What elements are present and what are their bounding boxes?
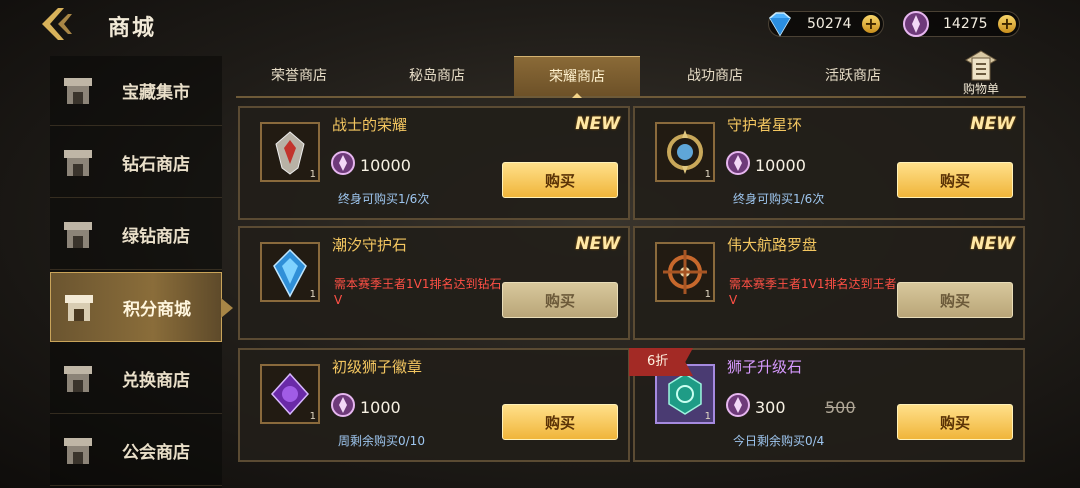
tab-activity-shop[interactable]: 活跃商店 [790,56,916,96]
shopping-list-label: 购物单 [962,82,999,96]
sidebar-item-points-mall[interactable]: 积分商城 [50,272,233,342]
tab-honor-shop[interactable]: 荣誉商店 [236,56,362,96]
item-name: 狮子升级石 [727,358,803,376]
buy-button[interactable]: 购买 [502,282,618,318]
active-indicator [221,298,233,318]
sidebar-item-diamond-shop[interactable]: 钻石商店 [50,128,222,198]
new-badge: NEW [575,234,620,254]
rank-requirement: 需本赛季王者1V1排名达到钻石V [334,277,502,307]
sidebar-item-label: 宝藏集市 [122,83,190,103]
shop-sidebar: 宝藏集市 钻石商店 绿钻商店 积分商城 兑换商店 公会商店 [50,56,233,488]
item-thumbnail[interactable]: 1 [655,122,715,182]
item-price: 300 [755,398,786,417]
honor-points-icon [726,393,750,417]
item-name: 伟大航路罗盘 [727,236,818,254]
new-badge: NEW [575,114,620,134]
shop-stall-icon [64,78,92,104]
diamond-balance: 50274 + [768,11,884,37]
sidebar-item-label: 积分商城 [123,300,191,320]
honor-points-icon [331,151,355,175]
item-thumbnail[interactable]: 1 [260,364,320,424]
shopping-list-button[interactable]: 购物单 [956,50,1006,100]
item-name: 初级狮子徽章 [332,358,423,376]
purchase-limit: 今日剩余购买0/4 [733,434,825,448]
diamond-icon [769,12,791,37]
sidebar-item-label: 绿钻商店 [122,227,190,247]
item-name: 守护者星环 [727,116,803,134]
honor-points-icon [903,11,929,37]
honor-points-icon [726,151,750,175]
item-thumbnail[interactable]: 1 [260,242,320,302]
item-quantity: 1 [309,289,316,300]
add-diamond-button[interactable]: + [862,15,880,33]
item-quantity: 1 [309,169,316,180]
sidebar-item-label: 公会商店 [122,443,190,463]
new-badge: NEW [970,114,1015,134]
product-card: 1 6折 狮子升级石 300 500 今日剩余购买0/4 购买 [629,348,1025,462]
product-card: 1 伟大航路罗盘 NEW 需本赛季王者1V1排名达到王者V 购买 [633,226,1025,340]
product-card: 1 战士的荣耀 NEW 10000 终身可购买1/6次 购买 [238,106,630,220]
item-thumbnail[interactable]: 1 [655,242,715,302]
item-name: 战士的荣耀 [332,116,408,134]
shop-stall-icon [64,366,92,392]
item-price: 10000 [360,156,411,175]
item-quantity: 1 [704,169,711,180]
points-balance: 14275 + [903,11,1020,37]
purchase-limit: 终身可购买1/6次 [338,192,430,206]
tab-secret-island-shop[interactable]: 秘岛商店 [374,56,500,96]
sidebar-item-guild-shop[interactable]: 公会商店 [50,416,222,486]
add-points-button[interactable]: + [998,15,1016,33]
buy-button[interactable]: 购买 [897,162,1013,198]
item-quantity: 1 [704,289,711,300]
shopping-list-icon [965,50,997,81]
top-bar: 商城 50274 + 14275 + [0,0,1080,48]
sidebar-item-label: 兑换商店 [122,371,190,391]
item-price: 10000 [755,156,806,175]
page-title: 商城 [108,16,157,41]
shop-stall-icon [64,222,92,248]
sidebar-item-green-diamond-shop[interactable]: 绿钻商店 [50,200,222,270]
back-arrow-icon[interactable] [36,6,76,42]
buy-button[interactable]: 购买 [502,404,618,440]
diamond-amount: 50274 [807,16,852,32]
new-badge: NEW [970,234,1015,254]
buy-button[interactable]: 购买 [502,162,618,198]
discount-badge: 6折 [629,348,693,376]
buy-button[interactable]: 购买 [897,404,1013,440]
tab-merit-shop[interactable]: 战功商店 [652,56,778,96]
purchase-limit: 周剩余购买0/10 [338,434,425,448]
sidebar-item-treasure-market[interactable]: 宝藏集市 [50,56,222,126]
shop-stall-icon [64,150,92,176]
rank-requirement: 需本赛季王者1V1排名达到王者V [729,277,897,307]
product-card: 1 守护者星环 NEW 10000 终身可购买1/6次 购买 [633,106,1025,220]
tab-glory-shop[interactable]: 荣耀商店 [514,56,640,98]
item-quantity: 1 [309,411,316,422]
points-amount: 14275 [943,16,988,32]
shop-stall-icon [64,438,92,464]
original-price: 500 [825,398,856,417]
product-card: 1 潮汐守护石 NEW 需本赛季王者1V1排名达到钻石V 购买 [238,226,630,340]
product-card: 1 初级狮子徽章 1000 周剩余购买0/10 购买 [238,348,630,462]
buy-button[interactable]: 购买 [897,282,1013,318]
item-name: 潮汐守护石 [332,236,408,254]
shop-tabs: 荣誉商店 秘岛商店 荣耀商店 战功商店 活跃商店 [236,56,1026,98]
item-quantity: 1 [704,411,711,422]
item-price: 1000 [360,398,401,417]
sidebar-item-exchange-shop[interactable]: 兑换商店 [50,344,222,414]
shop-stall-icon [65,295,93,321]
purchase-limit: 终身可购买1/6次 [733,192,825,206]
sidebar-item-label: 钻石商店 [122,155,190,175]
item-thumbnail[interactable]: 1 [260,122,320,182]
honor-points-icon [331,393,355,417]
